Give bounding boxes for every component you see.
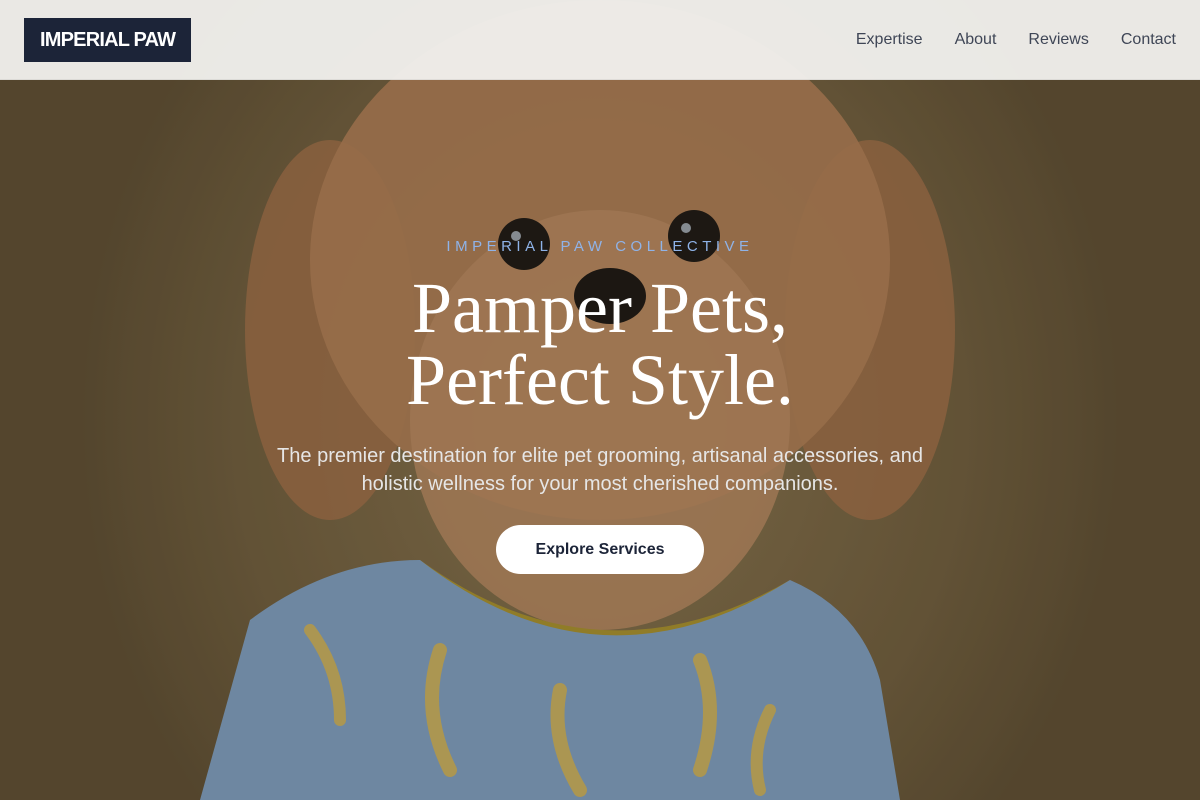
- hero-headline-line-1: Pamper Pets,: [412, 268, 788, 348]
- hero-headline: Pamper Pets, Perfect Style.: [0, 272, 1200, 416]
- hero-headline-line-2: Perfect Style.: [406, 340, 794, 420]
- hero-subtext: The premier destination for elite pet gr…: [277, 445, 923, 495]
- page: IMPERIAL PAW Expertise About Reviews Con…: [0, 0, 1200, 800]
- hero-eyebrow: IMPERIAL PAW COLLECTIVE: [446, 238, 754, 255]
- explore-services-button[interactable]: Explore Services: [496, 525, 704, 574]
- hero-section: IMPERIAL PAW COLLECTIVE Pamper Pets, Per…: [0, 0, 1200, 800]
